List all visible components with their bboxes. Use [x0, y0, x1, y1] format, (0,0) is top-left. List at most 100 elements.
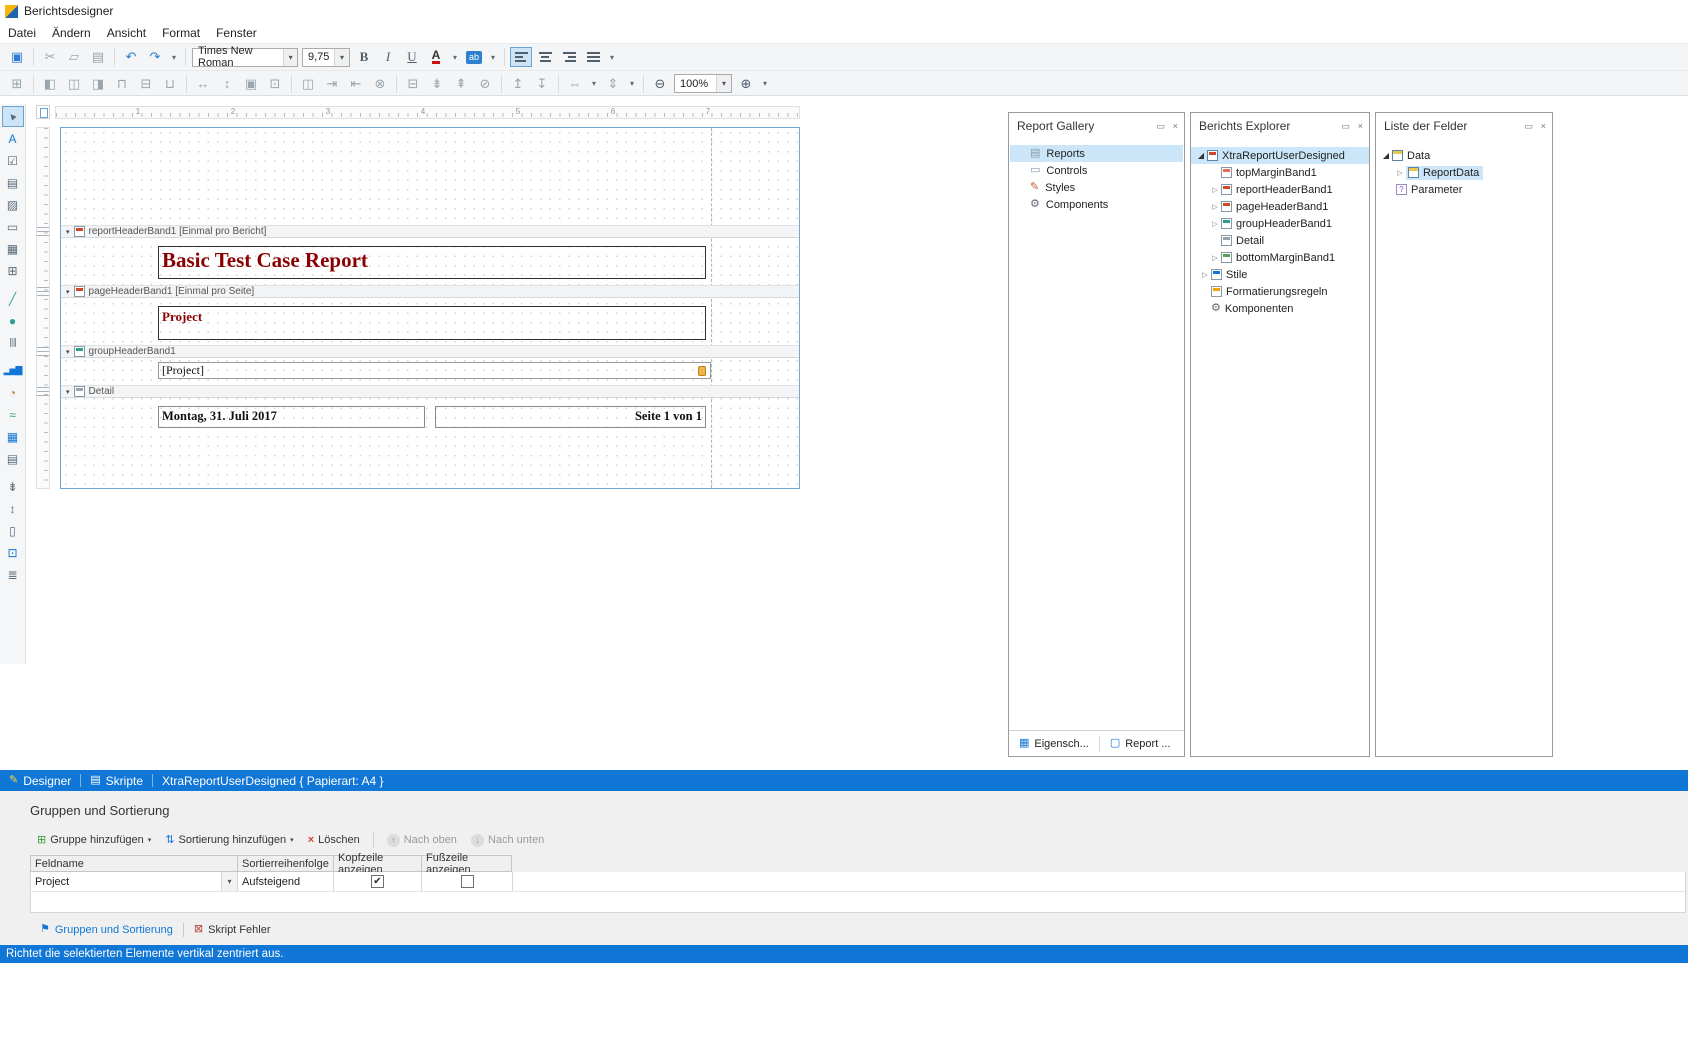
show-footer-checkbox[interactable]	[461, 875, 474, 888]
page-break-tool[interactable]: ⇟	[2, 476, 24, 497]
v-spacing-equal-button[interactable]: ⊟	[402, 74, 424, 94]
page-header-label[interactable]: Project	[158, 306, 706, 340]
expander-icon[interactable]: ▷	[1209, 186, 1221, 194]
undo-button[interactable]: ↶	[120, 47, 142, 67]
font-color-dropdown[interactable]: ▾	[449, 47, 461, 67]
v-spacing-remove-button[interactable]: ⊘	[474, 74, 496, 94]
align-justify-button[interactable]	[582, 47, 604, 67]
tree-node-top-margin[interactable]: topMarginBand1	[1191, 164, 1369, 181]
tree-node-report-header[interactable]: ▷ reportHeaderBand1	[1191, 181, 1369, 198]
barcode-tool[interactable]: ∥∥	[2, 332, 24, 353]
align-left-button[interactable]	[510, 47, 532, 67]
band-header-page-header[interactable]: ▾ pageHeaderBand1 [Einmal pro Seite]	[61, 285, 799, 298]
menu-format[interactable]: Format	[154, 22, 208, 43]
align-center-button[interactable]	[534, 47, 556, 67]
date-label[interactable]: Montag, 31. Juli 2017	[158, 406, 425, 428]
font-color-button[interactable]: A	[425, 47, 447, 67]
bold-button[interactable]: B	[353, 47, 375, 67]
h-spacing-equal-button[interactable]: ◫	[297, 74, 319, 94]
checkbox-tool[interactable]: ☑	[2, 150, 24, 171]
delete-button[interactable]: × Löschen	[301, 829, 367, 851]
tab-eigenschaften[interactable]: ▦ Eigensch...	[1009, 731, 1099, 756]
tab-skript-fehler[interactable]: ⊠ Skript Fehler	[184, 919, 281, 941]
expander-icon[interactable]: ◢	[1195, 151, 1207, 160]
column-header-kopfzeile[interactable]: Kopfzeile anzeigen	[333, 855, 421, 872]
v-spacing-increase-button[interactable]: ⇟	[426, 74, 448, 94]
band-grip[interactable]	[37, 347, 49, 356]
align-middles-button[interactable]: ⊟	[135, 74, 157, 94]
tab-skripte[interactable]: ▤ Skripte	[81, 770, 152, 791]
band-header-report-header[interactable]: ▾ reportHeaderBand1 [Einmal pro Bericht]	[61, 225, 799, 238]
v-spacing-decrease-button[interactable]: ⇞	[450, 74, 472, 94]
copy-button[interactable]: ▱	[63, 47, 85, 67]
h-spacing-decrease-button[interactable]: ⇤	[345, 74, 367, 94]
expander-icon[interactable]: ▷	[1199, 271, 1211, 279]
align-right-edges-button[interactable]: ◨	[87, 74, 109, 94]
same-width-button[interactable]: ↔	[192, 74, 214, 94]
page-number-label[interactable]: Seite 1 von 1	[435, 406, 706, 428]
align-right-button[interactable]	[558, 47, 580, 67]
menu-aendern[interactable]: Ändern	[44, 22, 99, 43]
zoom-in-button[interactable]: ⊕	[735, 74, 757, 94]
paste-button[interactable]: ▤	[87, 47, 109, 67]
zoom-combo[interactable]: 100% ▾	[674, 74, 732, 93]
character-comb-tool[interactable]: ⊞	[2, 260, 24, 281]
field-dropdown[interactable]: ▾	[221, 872, 237, 891]
shape-tool[interactable]: ●	[2, 310, 24, 331]
collapse-band-icon[interactable]: ▾	[66, 388, 70, 396]
bring-to-front-button[interactable]: ↥	[507, 74, 529, 94]
gallery-item-components[interactable]: ⚙ Components	[1010, 196, 1183, 213]
band-grip[interactable]	[37, 287, 49, 296]
underline-button[interactable]: U	[401, 47, 423, 67]
expander-icon[interactable]: ▷	[1209, 254, 1221, 262]
tree-node-formatting-rules[interactable]: Formatierungsregeln	[1191, 283, 1369, 300]
group-field-label[interactable]: [Project]	[158, 362, 711, 379]
close-panel-icon[interactable]: ×	[1358, 121, 1363, 132]
tree-node-page-header[interactable]: ▷ pageHeaderBand1	[1191, 198, 1369, 215]
close-panel-icon[interactable]: ×	[1541, 121, 1546, 132]
same-height-button[interactable]: ↕	[216, 74, 238, 94]
tab-designer[interactable]: ✎ Designer	[0, 770, 80, 791]
add-group-button[interactable]: ⊞ Gruppe hinzufügen ▾	[30, 829, 158, 851]
same-size-button[interactable]: ▣	[240, 74, 262, 94]
table-of-contents-tool[interactable]: ≣	[2, 564, 24, 585]
design-surface[interactable]: ▾ reportHeaderBand1 [Einmal pro Bericht]…	[60, 127, 800, 489]
sort-order-cell[interactable]: Aufsteigend	[238, 872, 334, 891]
band-header-group-header[interactable]: ▾ groupHeaderBand1	[61, 345, 799, 358]
align-left-edges-button[interactable]: ◧	[39, 74, 61, 94]
align-centers-button[interactable]: ◫	[63, 74, 85, 94]
redo-button[interactable]: ↷	[144, 47, 166, 67]
table-row[interactable]: Project ▾ Aufsteigend ✔	[31, 872, 1685, 892]
snap-to-grid-button[interactable]: ⊞	[6, 74, 28, 94]
cross-band-box-tool[interactable]: ▯	[2, 520, 24, 541]
band-header-detail[interactable]: ▾ Detail	[61, 385, 799, 398]
sparkline-tool[interactable]: ≈	[2, 404, 24, 425]
collapse-band-icon[interactable]: ▾	[66, 228, 70, 236]
tab-gruppen-und-sortierung[interactable]: ⚑ Gruppen und Sortierung	[30, 919, 183, 941]
h-spacing-increase-button[interactable]: ⇥	[321, 74, 343, 94]
gallery-item-controls[interactable]: ▭ Controls	[1010, 162, 1183, 179]
add-sort-button[interactable]: ⇅ Sortierung hinzufügen ▾	[158, 829, 300, 851]
report-title-label[interactable]: Basic Test Case Report	[158, 246, 706, 279]
menu-datei[interactable]: Datei	[0, 22, 44, 43]
highlight-button[interactable]: ab	[463, 47, 485, 67]
picture-tool[interactable]: ▨	[2, 194, 24, 215]
menu-fenster[interactable]: Fenster	[208, 22, 265, 43]
show-header-checkbox[interactable]: ✔	[371, 875, 384, 888]
tree-node-components[interactable]: ⚙ Komponenten	[1191, 300, 1369, 317]
float-panel-icon[interactable]: ▭	[1341, 121, 1350, 132]
center-horizontally-button[interactable]: ⇔	[564, 74, 586, 94]
zoom-dropdown[interactable]: ▾	[759, 74, 771, 94]
richtext-tool[interactable]: ▤	[2, 172, 24, 193]
gallery-item-styles[interactable]: ✎ Styles	[1010, 179, 1183, 196]
size-to-grid-button[interactable]: ⊡	[264, 74, 286, 94]
highlight-dropdown[interactable]: ▾	[487, 47, 499, 67]
subreport-tool[interactable]: ⊡	[2, 542, 24, 563]
center-horizontally-dropdown[interactable]: ▾	[588, 74, 600, 94]
move-up-button[interactable]: ↑ Nach oben	[380, 829, 464, 851]
menu-ansicht[interactable]: Ansicht	[99, 22, 154, 43]
float-panel-icon[interactable]: ▭	[1156, 121, 1165, 132]
font-name-combo[interactable]: Times New Roman ▾	[192, 48, 298, 67]
tab-report-explorer[interactable]: ▢ Report ...	[1100, 731, 1181, 756]
collapse-band-icon[interactable]: ▾	[66, 348, 70, 356]
